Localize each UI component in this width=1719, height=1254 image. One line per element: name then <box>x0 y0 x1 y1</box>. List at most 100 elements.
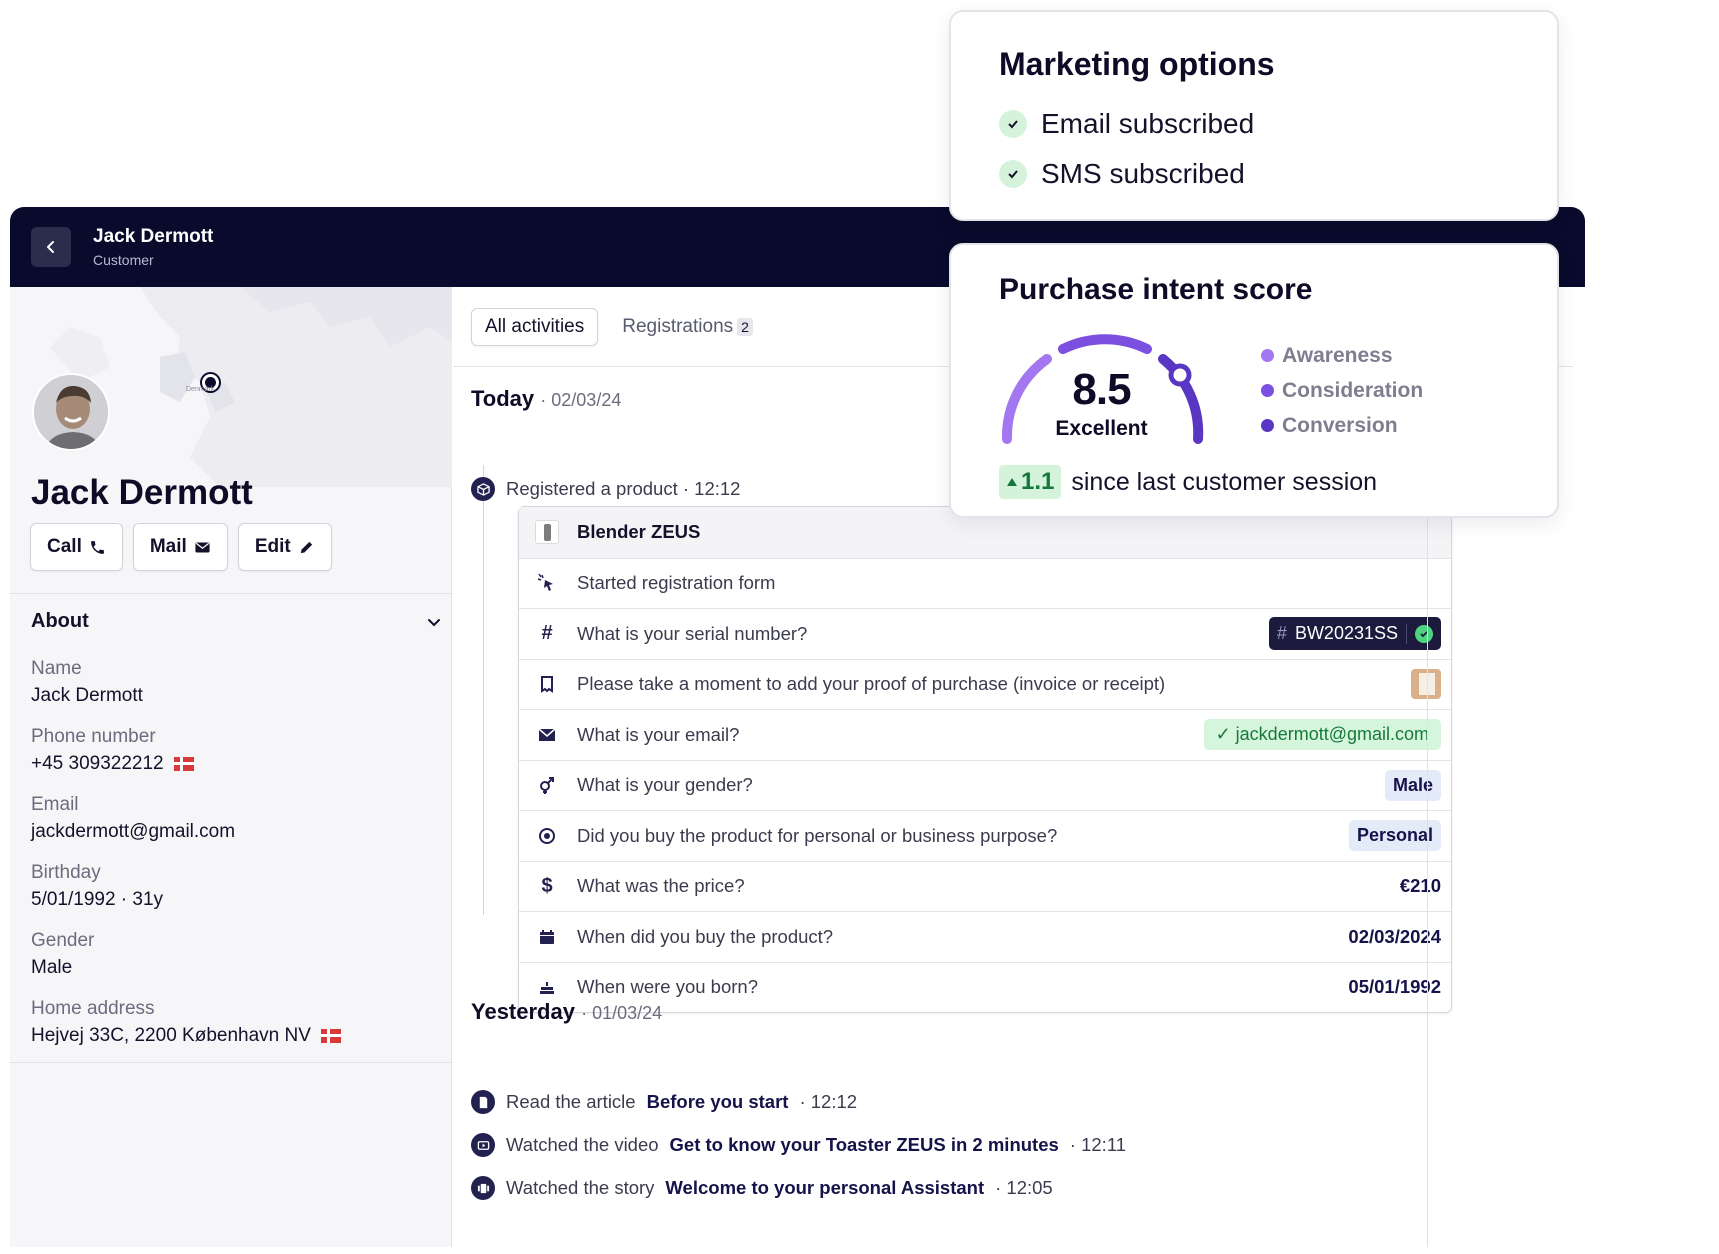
field-label: Home address <box>31 998 155 1019</box>
event-text: Watched the story <box>506 1177 655 1198</box>
legend-label: Consideration <box>1282 378 1424 402</box>
event-text: Read the article <box>506 1091 636 1112</box>
field-phone: Phone number +45 309322212 <box>31 723 431 777</box>
legend-consideration: Consideration <box>1261 378 1423 403</box>
serial-value: BW20231SS <box>1294 623 1398 644</box>
sms-subscribed-item: SMS subscribed <box>999 158 1245 190</box>
about-section-header[interactable]: About <box>31 610 441 633</box>
field-value-row: +45 309322212 <box>31 750 431 777</box>
map-label: Denmark <box>186 386 215 393</box>
profile-name: Jack Dermott <box>31 473 253 512</box>
field-email: Email jackdermott@gmail.com <box>31 791 431 845</box>
about-title: About <box>31 610 89 632</box>
event-watched-video: Watched the video Get to know your Toast… <box>471 1133 1126 1157</box>
field-value: Male <box>31 957 73 978</box>
call-button[interactable]: Call <box>30 523 123 571</box>
reg-row-serial: # What is your serial number? # BW20231S… <box>519 608 1451 659</box>
reg-row-purpose: Did you buy the product for personal or … <box>519 810 1451 861</box>
field-name: Name Jack Dermott <box>31 655 431 709</box>
profile-sidebar: Denmark Jack Dermott Call Mail Edit Abou… <box>10 287 452 1247</box>
tab-label: Registrations <box>622 315 734 337</box>
event-time: · 12:12 <box>799 1091 858 1112</box>
field-label: Name <box>31 658 82 679</box>
event-link[interactable]: Get to know your Toaster ZEUS in 2 minut… <box>670 1134 1059 1156</box>
dollar-icon: $ <box>541 874 553 897</box>
hash-icon: # <box>1276 623 1287 644</box>
reg-row-price: $ What was the price? €210 <box>519 860 1451 912</box>
header-title: Jack Dermott <box>93 226 214 247</box>
mail-icon <box>195 542 210 552</box>
row-text: Started registration form <box>577 572 776 594</box>
row-text: Did you buy the product for personal or … <box>577 824 1058 846</box>
timeline-line <box>483 465 484 915</box>
denmark-flag-icon <box>320 1028 341 1043</box>
delta-badge: 1.1 <box>999 465 1062 499</box>
check-icon <box>999 110 1027 138</box>
row-text: What is your serial number? <box>577 622 808 644</box>
video-play-icon <box>471 1133 495 1157</box>
field-gender: Gender Male <box>31 927 431 981</box>
back-button[interactable] <box>31 227 71 267</box>
legend-dot <box>1261 384 1274 397</box>
hash-icon: # <box>541 622 553 645</box>
story-icon <box>471 1176 495 1200</box>
event-text: Watched the video <box>506 1134 659 1155</box>
registration-card: Blender ZEUS Started registration form #… <box>518 506 1452 1013</box>
row-text: What is your email? <box>577 723 740 745</box>
purchase-intent-card: Purchase intent score 8.5 Excellent Awar… <box>949 243 1559 518</box>
day-label: Today <box>471 386 535 411</box>
tab-label: All activities <box>485 315 585 337</box>
about-fields: Name Jack Dermott Phone number +45 30932… <box>31 655 431 1063</box>
legend-label: Conversion <box>1282 413 1398 437</box>
product-image <box>535 520 559 545</box>
chevron-down-icon[interactable] <box>427 615 441 629</box>
denmark-flag-icon <box>173 756 194 771</box>
field-label: Birthday <box>31 862 101 883</box>
legend-conversion: Conversion <box>1261 413 1423 438</box>
mail-button-label: Mail <box>149 536 187 557</box>
field-value: jackdermott@gmail.com <box>31 821 236 842</box>
field-label: Gender <box>31 930 95 951</box>
event-link[interactable]: Welcome to your personal Assistant <box>665 1177 984 1199</box>
legend-label: Awareness <box>1282 343 1393 367</box>
intent-score: 8.5 <box>1072 365 1131 414</box>
email-value: jackdermott@gmail.com <box>1235 724 1429 745</box>
article-icon <box>471 1090 495 1114</box>
delta-text: since last customer session <box>1071 467 1378 496</box>
edit-button-label: Edit <box>254 536 291 557</box>
reg-row-proof: Please take a moment to add your proof o… <box>519 658 1451 710</box>
row-text: Blender ZEUS <box>577 521 701 543</box>
marketing-options-card: Marketing options Email subscribed SMS s… <box>949 10 1559 221</box>
stage-legend: Awareness Consideration Conversion <box>1261 343 1423 448</box>
legend-dot <box>1261 419 1274 432</box>
chevron-left-icon <box>47 241 54 253</box>
avatar <box>32 373 110 451</box>
day-label: Yesterday <box>471 999 575 1024</box>
event-text: Registered a product · 12:12 <box>506 478 741 499</box>
mail-button[interactable]: Mail <box>132 523 228 571</box>
event-link[interactable]: Before you start <box>647 1091 789 1113</box>
tab-registrations[interactable]: Registrations 2 <box>622 316 753 338</box>
calendar-icon <box>535 925 559 949</box>
day-heading-today: Today · 02/03/24 <box>471 386 621 412</box>
edit-button[interactable]: Edit <box>237 523 332 571</box>
field-birthday: Birthday 5/01/1992 · 31y <box>31 859 431 913</box>
field-label: Email <box>31 794 79 815</box>
phone-value: +45 309322212 <box>31 753 164 774</box>
field-value-row: Hejvej 33C, 2200 København NV <box>31 1022 431 1049</box>
row-text: When were you born? <box>577 976 758 998</box>
check-icon <box>999 160 1027 188</box>
arrow-up-icon <box>1007 478 1017 486</box>
pencil-icon <box>300 541 312 553</box>
serial-number-chip: # BW20231SS <box>1268 617 1441 651</box>
delta-value: 1.1 <box>1021 468 1055 495</box>
count-badge: 2 <box>737 317 753 336</box>
tab-all-activities[interactable]: All activities <box>471 307 599 346</box>
purchase-intent-title: Purchase intent score <box>999 273 1313 306</box>
event-time: · 12:11 <box>1069 1134 1127 1155</box>
row-text: What is your gender? <box>577 774 753 796</box>
call-button-label: Call <box>47 536 82 557</box>
row-text: What was the price? <box>577 875 745 897</box>
reg-row-purchase-date: When did you buy the product? 02/03/2024 <box>519 911 1451 962</box>
field-label: Phone number <box>31 726 156 747</box>
